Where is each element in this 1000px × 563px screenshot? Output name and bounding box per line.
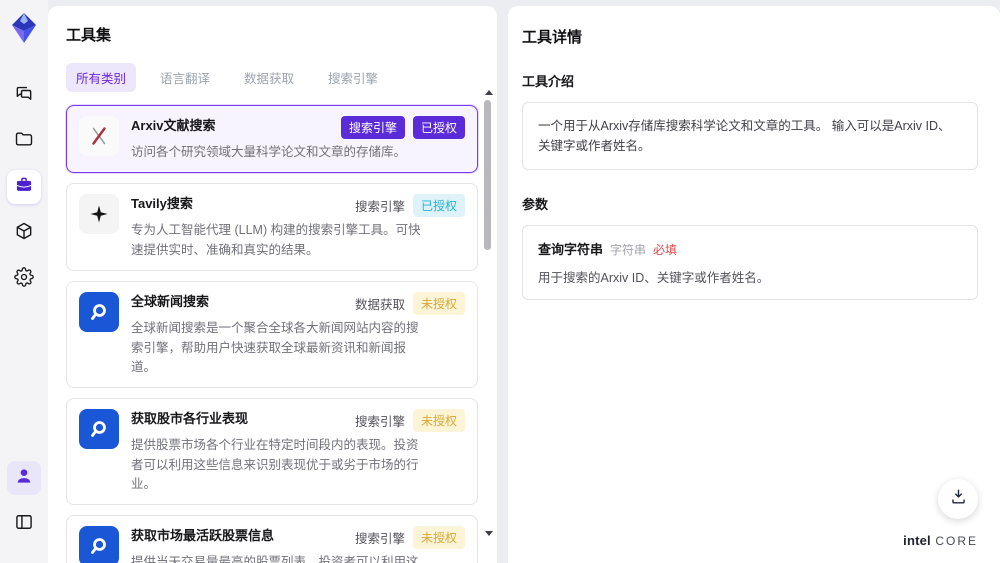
param-box: 查询字符串 字符串 必填 用于搜索的Arxiv ID、关键字或作者姓名。	[522, 225, 978, 300]
auth-badge: 未授权	[412, 526, 465, 550]
sidebar	[0, 0, 48, 563]
intel-core-logo: intel core	[903, 533, 978, 549]
folder-icon	[14, 129, 34, 154]
sidebar-item-collapse[interactable]	[7, 507, 41, 541]
param-description: 用于搜索的Arxiv ID、关键字或作者姓名。	[538, 271, 770, 285]
sidebar-item-tools[interactable]	[7, 170, 41, 204]
tool-description: 全球新闻搜索是一个聚合全球各大新闻网站内容的搜索引擎，帮助用户快速获取全球最新资…	[131, 321, 419, 374]
tool-description: 提供当天交易量最高的股票列表。投资者可以利用这些信息来识别流动性强的股票和潜在的…	[131, 555, 419, 563]
category-label: 数据获取	[354, 298, 405, 313]
category-badge: 搜索引擎	[340, 116, 405, 139]
user-icon	[14, 466, 34, 491]
sidebar-item-packages[interactable]	[7, 216, 41, 250]
auth-badge: 已授权	[412, 116, 465, 139]
auth-badge: 未授权	[412, 292, 465, 316]
tab-data-fetch[interactable]: 数据获取	[234, 63, 304, 92]
sector-app-icon	[79, 409, 119, 450]
app-window: 工具集 所有类别 语言翻译 数据获取 搜索引擎 Arxiv文献搜索 搜索引擎 已…	[0, 0, 1000, 563]
news-app-icon	[79, 292, 119, 333]
sidebar-item-settings[interactable]	[7, 262, 41, 296]
tool-detail-panel: 工具详情 工具介绍 一个用于从Arxiv存储库搜索科学论文和文章的工具。 输入可…	[508, 6, 1000, 563]
tool-card-active-stocks[interactable]: 获取市场最活跃股票信息 搜索引擎 未授权 提供当天交易量最高的股票列表。投资者可…	[66, 515, 478, 563]
tool-card-list: Arxiv文献搜索 搜索引擎 已授权 访问各个研究领域大量科学论文和文章的存储库…	[66, 105, 478, 563]
brand-core-label: core	[935, 534, 978, 548]
intro-heading: 工具介绍	[522, 74, 575, 89]
tab-all-categories[interactable]: 所有类别	[66, 63, 137, 92]
category-label: 搜索引擎	[354, 200, 405, 215]
arxiv-icon	[79, 116, 119, 156]
tool-name: 获取股市各行业表现	[131, 411, 249, 427]
tool-card-arxiv[interactable]: Arxiv文献搜索 搜索引擎 已授权 访问各个研究领域大量科学论文和文章的存储库…	[66, 105, 478, 174]
gear-icon	[14, 266, 34, 292]
param-required-flag: 必填	[653, 243, 678, 257]
sidebar-item-files[interactable]	[7, 124, 41, 158]
scrollbar-thumb[interactable]	[484, 100, 491, 250]
sidebar-item-chat[interactable]	[7, 78, 41, 112]
tool-list-panel: 工具集 所有类别 语言翻译 数据获取 搜索引擎 Arxiv文献搜索 搜索引擎 已…	[48, 6, 497, 563]
tool-name: 获取市场最活跃股票信息	[131, 528, 275, 544]
chat-icon	[14, 83, 34, 108]
auth-badge: 已授权	[412, 194, 465, 218]
category-label: 搜索引擎	[354, 532, 405, 547]
tool-card-sector-performance[interactable]: 获取股市各行业表现 搜索引擎 未授权 提供股票市场各个行业在特定时间段内的表现。…	[66, 398, 478, 506]
list-scrollbar[interactable]	[483, 90, 493, 550]
tool-description: 专为人工智能代理 (LLM) 构建的搜索引擎工具。可快速提供实时、准确和真实的结…	[131, 223, 421, 257]
cube-icon	[14, 221, 34, 246]
tool-name: 全球新闻搜索	[131, 294, 210, 310]
params-heading: 参数	[522, 197, 549, 212]
tool-card-tavily[interactable]: Tavily搜索 搜索引擎 已授权 专为人工智能代理 (LLM) 构建的搜索引擎…	[66, 183, 478, 272]
tool-card-global-news[interactable]: 全球新闻搜索 数据获取 未授权 全球新闻搜索是一个聚合全球各大新闻网站内容的搜索…	[66, 281, 478, 389]
intro-text: 一个用于从Arxiv存储库搜索科学论文和文章的工具。 输入可以是Arxiv ID…	[538, 119, 951, 153]
briefcase-icon	[14, 175, 34, 200]
tool-description: 访问各个研究领域大量科学论文和文章的存储库。	[131, 145, 407, 159]
scroll-down-icon[interactable]	[485, 531, 493, 536]
download-button[interactable]	[938, 479, 978, 519]
category-label: 搜索引擎	[354, 415, 405, 430]
detail-title: 工具详情	[522, 29, 583, 46]
tab-search-engine[interactable]: 搜索引擎	[318, 63, 388, 92]
category-tabs: 所有类别 语言翻译 数据获取 搜索引擎	[66, 63, 479, 92]
sparkle-icon	[79, 194, 119, 235]
stocks-app-icon	[79, 526, 119, 563]
app-logo-icon	[8, 12, 40, 44]
tab-translation[interactable]: 语言翻译	[150, 63, 220, 92]
param-type: 字符串	[610, 243, 647, 257]
brand-intel-label: intel	[903, 533, 931, 548]
auth-badge: 未授权	[412, 409, 465, 433]
sidebar-item-account[interactable]	[7, 461, 41, 495]
tool-description: 提供股票市场各个行业在特定时间段内的表现。投资者可以利用这些信息来识别表现优于或…	[131, 438, 419, 491]
tool-name: Tavily搜索	[131, 196, 193, 212]
intro-box: 一个用于从Arxiv存储库搜索科学论文和文章的工具。 输入可以是Arxiv ID…	[522, 102, 978, 170]
download-icon	[949, 487, 968, 511]
param-name: 查询字符串	[538, 242, 604, 257]
page-title: 工具集	[66, 27, 112, 44]
tool-name: Arxiv文献搜索	[131, 118, 216, 133]
scroll-up-icon[interactable]	[485, 90, 493, 95]
panel-icon	[14, 512, 34, 537]
